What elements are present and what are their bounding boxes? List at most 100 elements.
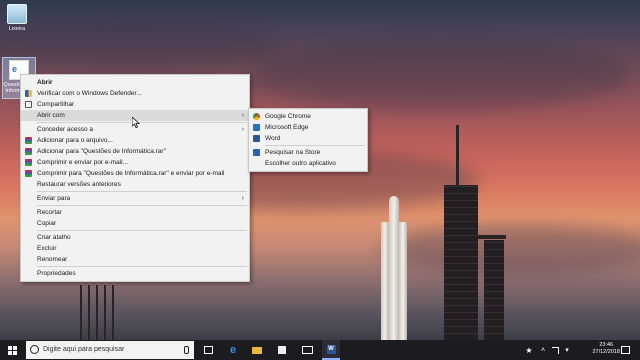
menu-item-label: Word: [265, 135, 281, 142]
menu-item-add-to-archive[interactable]: Adicionar para o arquivo...: [21, 135, 249, 146]
menu-item-label: Comprimir e enviar por e-mail...: [37, 159, 129, 166]
menu-item-share[interactable]: Compartilhar: [21, 99, 249, 110]
menu-item-delete[interactable]: Excluir: [21, 243, 249, 254]
windows-logo-icon: [7, 345, 17, 355]
menu-item-label: Microsoft Edge: [265, 124, 309, 131]
chevron-up-icon[interactable]: ˄: [538, 340, 548, 360]
menu-separator: [37, 266, 247, 267]
rocket-booster-left: [381, 222, 389, 340]
clock-date: 27/12/2018: [592, 349, 620, 355]
menu-item-compress-email[interactable]: Comprimir e enviar por e-mail...: [21, 157, 249, 168]
action-center-button[interactable]: [618, 340, 632, 360]
store-bag-icon: [278, 346, 286, 354]
mouse-cursor-icon: [132, 117, 140, 128]
submenu-item-chrome[interactable]: Google Chrome: [249, 111, 367, 122]
taskbar-search-box[interactable]: Digite aqui para pesquisar: [26, 341, 194, 359]
taskbar-word[interactable]: W: [322, 340, 340, 360]
menu-item-label: Recortar: [37, 209, 62, 216]
menu-item-label: Copiar: [37, 220, 57, 227]
submenu-item-edge[interactable]: Microsoft Edge: [249, 122, 367, 133]
menu-item-label: Enviar para: [37, 195, 71, 202]
volume-icon[interactable]: ▾: [562, 340, 572, 360]
folder-icon: [252, 346, 262, 354]
menu-item-label: Propriedades: [37, 270, 76, 277]
menu-item-label: Compartilhar: [37, 101, 75, 108]
open-with-submenu: Google Chrome Microsoft Edge Word Pesqui…: [248, 108, 368, 172]
edge-icon: e: [229, 344, 237, 356]
menu-item-label: Restaurar versões anteriores: [37, 181, 121, 188]
taskbar-edge[interactable]: e: [224, 340, 242, 360]
person-icon[interactable]: ★: [524, 340, 534, 360]
shield-icon: [25, 90, 32, 97]
taskbar-clock[interactable]: 23:46 27/12/2018: [592, 342, 620, 356]
rocket-core: [389, 196, 399, 340]
menu-item-create-shortcut[interactable]: Criar atalho: [21, 232, 249, 243]
menu-item-add-to-rar[interactable]: Adicionar para "Questões de Informática.…: [21, 146, 249, 157]
task-view-icon: [203, 346, 213, 354]
notification-icon: [620, 346, 630, 354]
word-icon: [253, 135, 260, 142]
menu-item-send-to[interactable]: Enviar para ›: [21, 193, 249, 204]
menu-item-label: Abrir com: [37, 112, 65, 119]
word-icon: W: [326, 344, 336, 354]
chevron-right-icon: ›: [241, 112, 244, 119]
menu-item-label: Criar atalho: [37, 234, 71, 241]
menu-item-label: Adicionar para "Questões de Informática.…: [37, 148, 166, 155]
menu-item-label: Google Chrome: [265, 113, 311, 120]
menu-separator: [37, 122, 247, 123]
menu-item-scan-defender[interactable]: Verificar com o Windows Defender...: [21, 88, 249, 99]
menu-item-label: Escolher outro aplicativo: [265, 160, 336, 167]
winrar-icon: [25, 137, 32, 144]
chrome-icon: [253, 113, 260, 120]
menu-item-rename[interactable]: Renomear: [21, 254, 249, 265]
tower-antenna: [456, 125, 459, 187]
menu-item-label: Conceder acesso a: [37, 126, 94, 133]
submenu-item-choose-app[interactable]: Escolher outro aplicativo: [249, 158, 367, 169]
menu-item-label: Excluir: [37, 245, 57, 252]
search-placeholder: Digite aqui para pesquisar: [43, 346, 125, 353]
start-button[interactable]: [0, 340, 24, 360]
recycle-bin-icon: [7, 4, 27, 24]
context-menu: Abrir Verificar com o Windows Defender..…: [20, 74, 250, 282]
menu-item-label: Adicionar para o arquivo...: [37, 137, 113, 144]
launch-tower: [444, 185, 478, 340]
menu-item-label: Pesquisar na Store: [265, 149, 321, 156]
desktop-icon-label: Lixeira: [8, 26, 26, 32]
menu-item-label: Comprimir para "Questões de Informática.…: [37, 170, 225, 177]
winrar-icon: [25, 170, 32, 177]
menu-item-cut[interactable]: Recortar: [21, 207, 249, 218]
menu-separator: [265, 145, 365, 146]
menu-separator: [37, 205, 247, 206]
edge-icon: [253, 124, 260, 131]
mail-icon: [301, 346, 313, 354]
network-icon[interactable]: [550, 340, 560, 360]
taskbar: Digite aqui para pesquisar e W ★ ˄ ▾ 23:…: [0, 340, 640, 360]
submenu-item-word[interactable]: Word: [249, 133, 367, 144]
task-view-button[interactable]: [200, 340, 216, 360]
menu-item-compress-rar-email[interactable]: Comprimir para "Questões de Informática.…: [21, 168, 249, 179]
menu-item-properties[interactable]: Propriedades: [21, 268, 249, 279]
menu-item-open[interactable]: Abrir: [21, 77, 249, 88]
taskbar-file-explorer[interactable]: [248, 340, 266, 360]
menu-item-label: Abrir: [37, 79, 53, 86]
winrar-icon: [25, 148, 32, 155]
menu-item-copy[interactable]: Copiar: [21, 218, 249, 229]
search-icon: [30, 345, 39, 354]
store-icon: [253, 149, 260, 156]
menu-item-label: Renomear: [37, 256, 68, 263]
menu-separator: [37, 191, 247, 192]
taskbar-store[interactable]: [273, 340, 291, 360]
microphone-icon[interactable]: [184, 346, 189, 354]
winrar-icon: [25, 159, 32, 166]
desktop-icon-recycle-bin[interactable]: Lixeira: [0, 4, 34, 32]
chevron-right-icon: ›: [241, 126, 244, 133]
share-icon: [25, 101, 32, 108]
menu-item-label: Verificar com o Windows Defender...: [37, 90, 142, 97]
submenu-item-store[interactable]: Pesquisar na Store: [249, 147, 367, 158]
menu-item-restore-versions[interactable]: Restaurar versões anteriores: [21, 179, 249, 190]
menu-separator: [37, 230, 247, 231]
rocket-booster-right: [399, 222, 407, 340]
chevron-right-icon: ›: [241, 195, 244, 202]
clock-time: 23:46: [599, 342, 614, 348]
taskbar-mail[interactable]: [298, 340, 316, 360]
